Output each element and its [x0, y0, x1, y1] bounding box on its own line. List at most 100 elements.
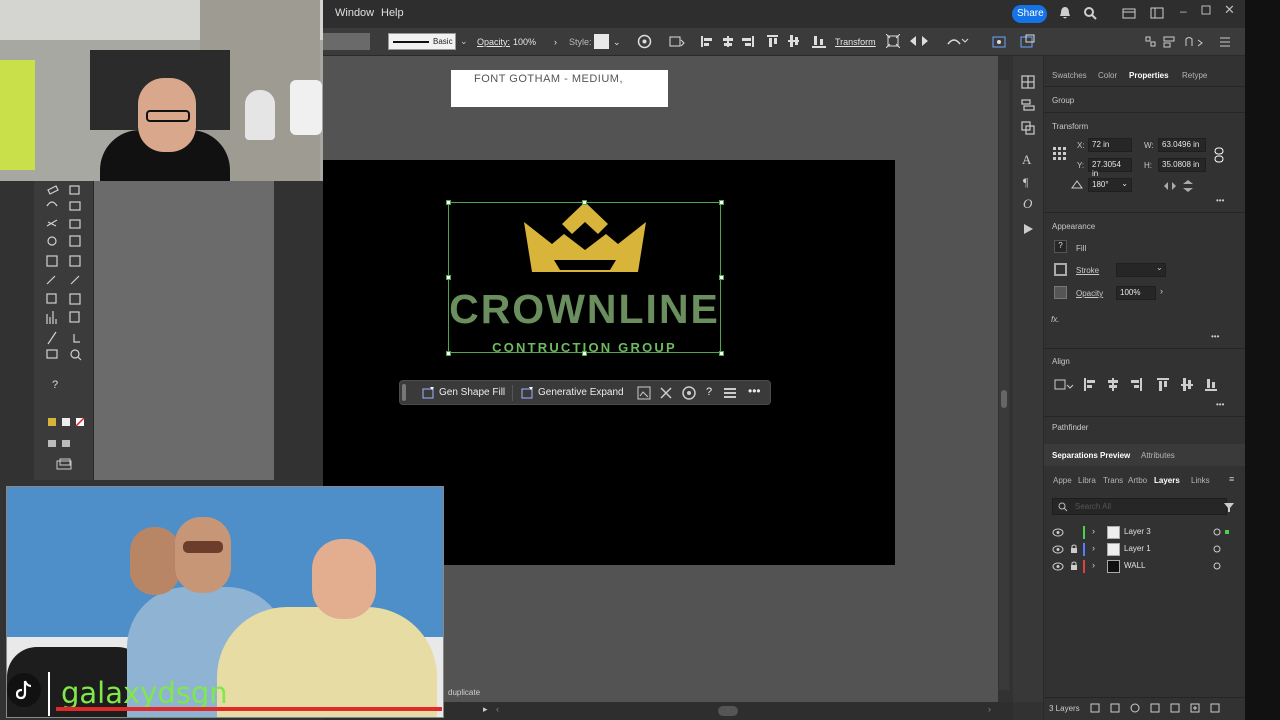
menu-help[interactable]: Help	[381, 7, 404, 19]
layer-row-wall[interactable]: › WALL	[1044, 558, 1246, 575]
selection-handle[interactable]	[719, 275, 724, 280]
tab-appearance[interactable]: Appe	[1053, 476, 1072, 485]
chevron-down-icon[interactable]: ⌄	[613, 37, 621, 48]
tab-properties[interactable]: Properties	[1129, 71, 1169, 80]
play-icon[interactable]: ▸	[483, 704, 488, 715]
chevron-right-icon[interactable]: ›	[1092, 560, 1095, 570]
opacity-swatch[interactable]	[1054, 286, 1067, 299]
menu-icon[interactable]	[723, 387, 737, 399]
chevron-right-icon[interactable]: ›	[1160, 286, 1163, 296]
chevron-down-icon[interactable]: ⌄	[1121, 179, 1128, 188]
eye-icon[interactable]	[1052, 562, 1064, 571]
vertical-scrollbar[interactable]	[999, 80, 1009, 690]
share-button[interactable]: Share	[1012, 5, 1047, 23]
stroke-swatch[interactable]	[1054, 263, 1067, 276]
lock-icon[interactable]	[1070, 561, 1078, 571]
align-buttons-icon[interactable]	[700, 34, 810, 49]
constrain-proportions-icon[interactable]	[1213, 147, 1225, 163]
help-icon[interactable]: ?	[706, 386, 712, 398]
tab-links[interactable]: Links	[1191, 476, 1210, 485]
reference-point-icon[interactable]	[1052, 146, 1068, 162]
opacity-label[interactable]: Opacity	[1076, 289, 1103, 298]
target-icon[interactable]	[1213, 545, 1221, 553]
tool-icons[interactable]: ?	[44, 184, 88, 454]
chevron-right-icon[interactable]: ›	[554, 37, 557, 47]
transform-link[interactable]: Transform	[835, 37, 876, 47]
opacity-label[interactable]: Opacity:	[477, 37, 510, 47]
workspace-icon[interactable]	[1150, 7, 1164, 19]
target-icon[interactable]	[1213, 562, 1221, 570]
opacity-field[interactable]: 100%	[1116, 286, 1156, 300]
selection-handle[interactable]	[582, 200, 587, 205]
stroke-profile-select[interactable]: Basic	[388, 33, 456, 50]
horizontal-scrollbar-thumb[interactable]	[718, 706, 738, 716]
flip-icon[interactable]	[908, 34, 932, 48]
puppet-warp-icon[interactable]	[992, 34, 1008, 49]
y-field[interactable]: 27.3054 in	[1088, 158, 1132, 178]
tab-color[interactable]: Color	[1098, 71, 1117, 80]
fill-swatch[interactable]: ?	[1054, 240, 1067, 253]
align-icons[interactable]	[1054, 377, 1220, 393]
global-edit-icon[interactable]	[1020, 34, 1036, 49]
tab-attributes[interactable]: Attributes	[1141, 451, 1175, 460]
more-options-icon[interactable]: •••	[748, 384, 761, 398]
panel-options-icon[interactable]	[1144, 35, 1234, 49]
rotation-field[interactable]: 180° ⌄	[1088, 178, 1132, 192]
graphic-style-swatch[interactable]	[594, 34, 609, 49]
lock-icon[interactable]	[1070, 544, 1078, 554]
tab-separations-preview[interactable]: Separations Preview	[1052, 451, 1130, 460]
generative-expand-button[interactable]: Generative Expand	[538, 387, 624, 398]
more-options-icon[interactable]: •••	[1216, 196, 1224, 205]
tab-artboards[interactable]: Artbo	[1128, 476, 1147, 485]
more-options-icon[interactable]: •••	[1211, 332, 1219, 341]
ungroup-icon[interactable]	[659, 386, 673, 400]
flip-vertical-icon[interactable]	[1182, 179, 1194, 193]
chevron-down-icon[interactable]: ⌄	[460, 36, 468, 47]
selection-handle[interactable]	[446, 275, 451, 280]
chevron-right-icon[interactable]: ›	[988, 704, 991, 714]
opacity-value[interactable]: 100%	[513, 37, 536, 47]
minimize-icon[interactable]: –	[1180, 4, 1187, 18]
tab-libraries[interactable]: Libra	[1078, 476, 1096, 485]
chevron-right-icon[interactable]: ›	[1092, 526, 1095, 536]
fx-button[interactable]: fx.	[1051, 315, 1059, 324]
vertical-scrollbar-thumb[interactable]	[1001, 390, 1007, 408]
eye-icon[interactable]	[1052, 545, 1064, 554]
transform-each-icon[interactable]	[886, 34, 900, 48]
align-bottom-icon[interactable]	[811, 34, 829, 49]
panel-icons[interactable]: A ¶ O	[1020, 74, 1036, 234]
chevron-left-icon[interactable]: ‹	[496, 704, 499, 714]
drag-handle[interactable]	[402, 384, 406, 401]
close-icon[interactable]: ✕	[1224, 2, 1235, 18]
chevron-down-icon[interactable]: ⌄	[1156, 263, 1163, 272]
chevron-right-icon[interactable]: ›	[1092, 543, 1095, 553]
layers-footer-icons[interactable]	[1089, 702, 1239, 714]
fill-swatch[interactable]	[323, 33, 370, 50]
tab-transparency[interactable]: Trans	[1103, 476, 1123, 485]
selection-handle[interactable]	[446, 200, 451, 205]
bell-icon[interactable]	[1058, 6, 1072, 20]
tab-layers[interactable]: Layers	[1154, 476, 1180, 485]
menu-window[interactable]: Window	[335, 7, 374, 19]
x-field[interactable]: 72 in	[1088, 138, 1132, 152]
mockup-icon[interactable]	[637, 386, 651, 400]
tab-swatches[interactable]: Swatches	[1052, 71, 1087, 80]
target-icon[interactable]	[1213, 528, 1221, 536]
screen-mode-icon[interactable]	[56, 458, 74, 470]
warp-icon[interactable]	[946, 34, 970, 48]
gen-shape-fill-button[interactable]: Gen Shape Fill	[439, 387, 505, 398]
layer-row-layer-3[interactable]: › Layer 3	[1044, 524, 1246, 541]
panel-menu-icon[interactable]: ≡	[1229, 474, 1234, 484]
stroke-label[interactable]: Stroke	[1076, 266, 1099, 275]
recolor-icon[interactable]	[682, 386, 696, 400]
recolor-icon[interactable]	[637, 34, 652, 49]
eye-icon[interactable]	[1052, 528, 1064, 537]
arrange-documents-icon[interactable]	[1122, 8, 1136, 19]
selection-handle[interactable]	[719, 200, 724, 205]
filter-icon[interactable]	[1223, 501, 1235, 513]
width-field[interactable]: 63.0496 in	[1158, 138, 1206, 152]
align-to-icon[interactable]	[668, 34, 686, 49]
search-icon[interactable]	[1083, 6, 1097, 20]
layers-search-input[interactable]: Search All	[1052, 498, 1227, 515]
tab-retype[interactable]: Retype	[1182, 71, 1207, 80]
